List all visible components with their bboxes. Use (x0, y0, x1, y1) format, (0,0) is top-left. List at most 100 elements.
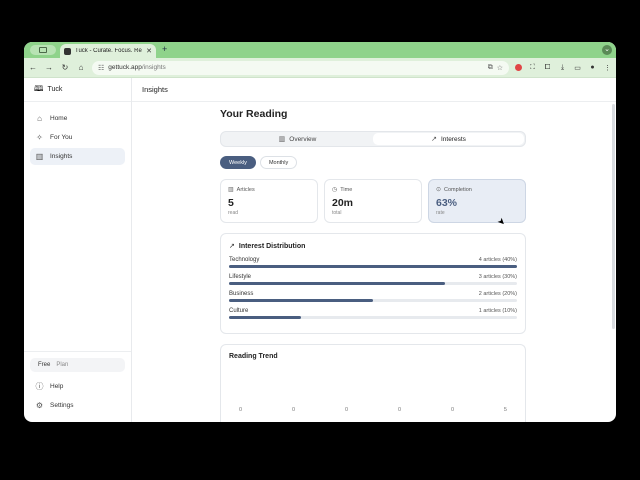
bar-chart-icon: ▥ (278, 136, 286, 143)
sparkles-icon: ✧ (36, 133, 43, 142)
home-browser-icon[interactable]: ⌂ (76, 63, 86, 72)
home-icon: ⌂ (37, 114, 42, 123)
axis-tick: 0 (239, 407, 243, 413)
page-scrollbar[interactable] (612, 104, 615, 329)
tab-inactive[interactable] (30, 45, 56, 55)
progress-fill (229, 299, 373, 302)
category-count: 3 articles (30%) (478, 274, 517, 280)
tab-interests[interactable]: ↗ Interests (373, 133, 524, 145)
progress-track (229, 282, 517, 285)
stat-sub: read (228, 210, 239, 216)
bar-chart-icon: ▥ (228, 187, 234, 193)
download-icon[interactable]: ⤓ (558, 64, 567, 72)
profile-icon[interactable]: ● (588, 64, 597, 71)
category-count: 2 articles (20%) (478, 291, 517, 297)
url-host: gettuck.app (108, 64, 142, 71)
axis-tick: 0 (450, 407, 454, 413)
sidebar-item-label: Help (50, 383, 64, 390)
stat-card-time: ◷ Time 20m total (324, 179, 422, 223)
toolbar-actions: ⛶ ⧠ ⤓ ▭ ● ⋮ (515, 64, 612, 72)
trend-icon: ↗ (431, 136, 437, 143)
progress-track (229, 299, 517, 302)
stat-label: Articles (236, 186, 255, 193)
panel-title: Interest Distribution (238, 242, 306, 250)
install-app-icon[interactable]: ⧉ (488, 64, 493, 72)
distribution-row: Business 2 articles (20%) (229, 291, 517, 302)
sidebar-item-home[interactable]: ⌂ Home (30, 110, 125, 127)
header-title: Insights (142, 85, 168, 94)
tab-active[interactable]: Tuck - Curate. Focus. Remem ✕ (60, 44, 156, 58)
category-name: Business (229, 291, 254, 297)
interest-distribution-panel: ↗ Interest Distribution Technology 4 arti… (220, 233, 526, 334)
site-info-icon[interactable]: ☷ (98, 64, 104, 72)
category-name: Lifestyle (229, 274, 252, 280)
main-header: Insights (132, 78, 616, 102)
url-text: gettuck.app/insights (108, 64, 483, 71)
sidebar-item-for-you[interactable]: ✧ For You (30, 129, 125, 146)
sidebar-item-label: Home (50, 115, 68, 122)
cast-icon[interactable]: ▭ (573, 64, 582, 72)
tab-title: Tuck - Curate. Focus. Remem (75, 48, 142, 54)
back-icon[interactable]: ← (28, 63, 38, 72)
distribution-row: Lifestyle 3 articles (30%) (229, 274, 517, 285)
stat-label: Completion (444, 186, 472, 193)
sidebar-item-insights[interactable]: ▥ Insights (30, 148, 125, 165)
check-circle-icon: ⊙ (436, 187, 442, 193)
browser-menu-icon[interactable]: ⋮ (603, 64, 612, 72)
stat-value: 5 (228, 197, 234, 209)
sidebar-item-settings[interactable]: ⚙ Settings (30, 397, 125, 414)
tuck-favicon-icon (64, 47, 71, 55)
progress-track (229, 265, 517, 268)
weekly-button[interactable]: Weekly (220, 156, 256, 169)
brand[interactable]: 🕮 Tuck (24, 78, 131, 102)
category-count: 4 articles (40%) (478, 257, 517, 263)
browser-window: Tuck - Curate. Focus. Remem ✕ + ⌄ ← → ↻ … (24, 42, 616, 422)
reading-trend-panel: Reading Trend 0 0 0 0 0 5 (220, 344, 526, 422)
distribution-row: Culture 1 articles (10%) (229, 308, 517, 319)
sidebar-nav: ⌂ Home ✧ For You ▥ Insights (24, 102, 131, 175)
main: Insights Your Reading ▥ Overview ↗ Inter… (132, 78, 616, 422)
extension-translate-icon[interactable]: ⛶ (528, 64, 537, 72)
period-toggle: Weekly Monthly (220, 156, 526, 169)
plan-badge[interactable]: Free Plan (30, 358, 125, 372)
stat-value: 63% (436, 197, 458, 209)
brand-name: Tuck (47, 86, 63, 93)
browser-toolbar: ← → ↻ ⌂ ☷ gettuck.app/insights ⧉ ☆ ⛶ ⧠ ⤓… (24, 58, 616, 78)
sidebar-footer: Free Plan ⓘ Help ⚙ Settings (24, 351, 131, 422)
panel-title: Reading Trend (229, 353, 278, 360)
category-name: Culture (229, 308, 249, 314)
tab-close-icon[interactable]: ✕ (146, 47, 152, 55)
sidebar-item-help[interactable]: ⓘ Help (30, 378, 125, 395)
axis-tick: 0 (344, 407, 349, 413)
tab-label: Interests (440, 135, 466, 143)
sidebar-item-label: Insights (50, 153, 73, 160)
tab-label: Overview (289, 135, 317, 143)
stat-label: Time (340, 186, 353, 193)
stat-cards: ▥ Articles 5 read ◷ Time 20m total ⊙ Comple… (220, 179, 526, 223)
sidebar-item-label: For You (50, 134, 73, 141)
stat-value: 20m (332, 197, 354, 209)
trend-icon: ↗ (229, 243, 235, 250)
progress-fill (229, 265, 517, 268)
tab-strip: Tuck - Curate. Focus. Remem ✕ + ⌄ (24, 42, 616, 58)
book-icon: 🕮 (34, 83, 44, 93)
gear-icon: ⚙ (35, 401, 44, 410)
plan-name: Free (38, 362, 51, 368)
extensions-puzzle-icon[interactable]: ⧠ (543, 64, 552, 72)
forward-icon[interactable]: → (44, 63, 54, 72)
bookmark-star-icon[interactable]: ☆ (497, 64, 503, 72)
new-tab-icon[interactable]: + (162, 44, 167, 54)
stat-card-completion: ⊙ Completion 63% rate (428, 179, 526, 223)
tab-overview[interactable]: ▥ Overview (222, 133, 373, 145)
reload-icon[interactable]: ↻ (60, 63, 70, 72)
extension-icon[interactable] (515, 64, 522, 71)
address-bar[interactable]: ☷ gettuck.app/insights ⧉ ☆ (92, 60, 509, 75)
tab-search-icon[interactable]: ⌄ (602, 45, 612, 55)
app: 🕮 Tuck ⌂ Home ✧ For You ▥ Insights Free … (24, 78, 616, 422)
axis-tick: 0 (397, 407, 402, 413)
monthly-button[interactable]: Monthly (259, 156, 298, 169)
clock-icon: ◷ (332, 187, 338, 193)
content: Your Reading ▥ Overview ↗ Interests Week… (220, 108, 526, 422)
sidebar: 🕮 Tuck ⌂ Home ✧ For You ▥ Insights Free … (24, 78, 132, 422)
trend-axis: 0 0 0 0 0 5 (239, 407, 507, 413)
